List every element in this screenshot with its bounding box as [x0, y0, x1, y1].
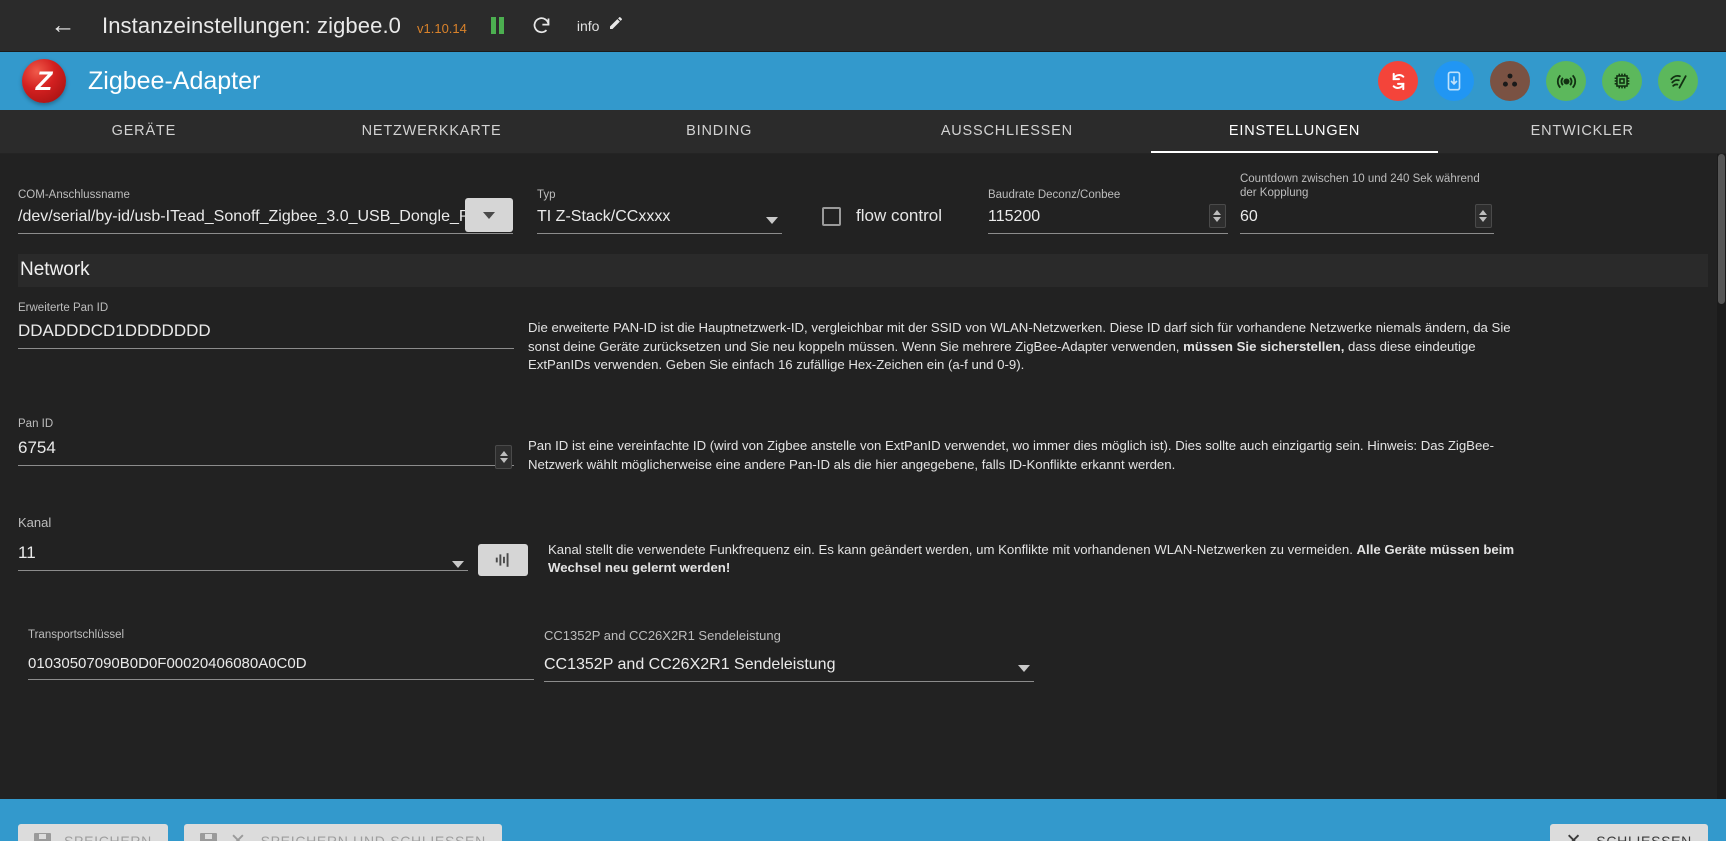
tab-ausschliessen[interactable]: AUSSCHLIESSEN — [863, 110, 1151, 153]
typ-field: Typ TI Z-Stack/CCxxxx — [537, 188, 782, 234]
transport-key-label: Transportschlüssel — [28, 629, 125, 642]
save-button-label: SPEICHERN — [64, 833, 152, 841]
tab-netzwerkkarte[interactable]: NETZWERKKARTE — [288, 110, 576, 153]
network-nodes-icon[interactable] — [1490, 61, 1530, 101]
tx-power-select[interactable]: CC1352P and CC26X2R1 Sendeleistung — [544, 644, 1034, 683]
kanal-desc-part1: Kanal stellt die verwendete Funkfrequenz… — [548, 541, 1357, 557]
tab-bar: GERÄTE NETZWERKKARTE BINDING AUSSCHLIESS… — [0, 110, 1726, 154]
com-port-dropdown-button[interactable] — [465, 198, 513, 232]
com-port-input[interactable]: /dev/serial/by-id/usb-ITead_Sonoff_Zigbe… — [18, 202, 513, 234]
pan-id-label: Pan ID — [18, 418, 54, 431]
pan-id-description: Pan ID ist eine vereinfachte ID (wird vo… — [528, 438, 1495, 472]
tab-binding[interactable]: BINDING — [575, 110, 863, 153]
kanal-select[interactable]: 11 — [18, 531, 468, 571]
connection-row: COM-Anschlussname /dev/serial/by-id/usb-… — [0, 172, 1726, 234]
pause-icon[interactable] — [485, 13, 511, 39]
countdown-input[interactable]: 60 — [1239, 202, 1494, 234]
tab-einstellungen[interactable]: EINSTELLUNGEN — [1150, 110, 1439, 153]
tab-geraete[interactable]: GERÄTE — [0, 110, 288, 153]
close-icon: ✕ — [229, 830, 247, 841]
kanal-field: Kanal 11 — [18, 515, 468, 578]
typ-label: Typ — [537, 188, 556, 201]
instance-settings-window: ← Instanzeinstellungen: zigbee.0 v1.10.1… — [0, 0, 1726, 841]
window-topbar: ← Instanzeinstellungen: zigbee.0 v1.10.1… — [0, 0, 1726, 52]
kanal-description: Kanal stellt die verwendete Funkfrequenz… — [548, 515, 1558, 578]
version-label: v1.10.14 — [417, 20, 467, 36]
baudrate-input[interactable]: 115200 — [987, 202, 1228, 234]
pencil-icon[interactable] — [608, 15, 624, 36]
save-button[interactable]: SPEICHERN — [18, 824, 168, 841]
flow-control-checkbox[interactable]: flow control — [822, 206, 942, 226]
header-action-icons — [1378, 61, 1704, 101]
signal-icon[interactable] — [1658, 61, 1698, 101]
tx-power-field: CC1352P and CC26X2R1 Sendeleistung CC135… — [544, 628, 1034, 683]
pan-id-input[interactable]: 6754 — [18, 432, 514, 466]
chevron-down-icon — [483, 211, 495, 219]
broadcast-icon[interactable] — [1546, 61, 1586, 101]
close-button-label: SCHLIESSEN — [1596, 833, 1692, 841]
baudrate-field: Baudrate Deconz/Conbee 115200 — [987, 188, 1228, 234]
adapter-header: Z Zigbee-Adapter — [0, 52, 1726, 110]
sync-pairing-icon[interactable] — [1378, 61, 1418, 101]
transport-row: Transportschlüssel 01030507090B0D0F00020… — [0, 628, 1726, 683]
ext-pan-id-desc-bold: müssen Sie sicherstellen, — [1183, 338, 1345, 354]
back-arrow-icon[interactable]: ← — [46, 9, 80, 43]
page-title: Instanzeinstellungen: zigbee.0 — [102, 12, 401, 38]
save-and-close-button[interactable]: ✕ SPEICHERN UND SCHLIESSEN — [183, 824, 502, 841]
countdown-field: Countdown zwischen 10 und 240 Sek währen… — [1239, 172, 1494, 234]
tab-entwickler[interactable]: ENTWICKLER — [1438, 110, 1726, 153]
transport-key-field: Transportschlüssel 01030507090B0D0F00020… — [28, 628, 534, 682]
ota-download-icon[interactable] — [1434, 61, 1474, 101]
save-icon — [34, 832, 51, 841]
chip-icon[interactable] — [1602, 61, 1642, 101]
refresh-icon[interactable] — [529, 13, 555, 39]
network-section-title: Network — [18, 254, 1708, 287]
kanal-scan-button[interactable] — [478, 544, 528, 577]
chevron-down-icon[interactable] — [452, 561, 464, 569]
kanal-label: Kanal — [18, 514, 52, 530]
ext-pan-id-input[interactable]: DDADDDCD1DDDDDDD — [18, 315, 514, 350]
transport-key-input[interactable]: 01030507090B0D0F00020406080A0C0D — [28, 643, 534, 680]
close-button[interactable]: ✕ SCHLIESSEN — [1549, 824, 1708, 841]
typ-select[interactable]: TI Z-Stack/CCxxxx — [537, 202, 782, 234]
ext-pan-id-field: Erweiterte Pan ID DDADDDCD1DDDDDDD — [18, 301, 514, 375]
signal-scan-icon — [495, 553, 509, 567]
content-scrollbar[interactable] — [1717, 154, 1726, 799]
adapter-name: Zigbee-Adapter — [88, 66, 261, 95]
kanal-row: Kanal 11 Kanal stellt die verwendete Fun… — [0, 515, 1726, 578]
scrollbar-thumb[interactable] — [1718, 154, 1725, 304]
ext-pan-id-description: Die erweiterte PAN-ID ist die Hauptnetzw… — [528, 301, 1538, 375]
ext-pan-id-label: Erweiterte Pan ID — [18, 302, 109, 314]
chevron-down-icon[interactable] — [766, 217, 778, 224]
zigbee-logo-icon: Z — [22, 59, 66, 103]
dialog-footer: SPEICHERN ✕ SPEICHERN UND SCHLIESSEN ✕ S… — [0, 799, 1726, 841]
ext-pan-id-row: Erweiterte Pan ID DDADDDCD1DDDDDDD Die e… — [0, 301, 1726, 375]
countdown-stepper[interactable] — [1474, 204, 1492, 228]
save-icon — [199, 832, 217, 841]
com-port-field: COM-Anschlussname /dev/serial/by-id/usb-… — [18, 188, 513, 234]
com-port-label: COM-Anschlussname — [18, 188, 130, 201]
chevron-down-icon[interactable] — [1018, 665, 1030, 673]
countdown-label: Countdown zwischen 10 und 240 Sek währen… — [1239, 173, 1480, 200]
pan-id-field: Pan ID 6754 — [18, 417, 514, 474]
flow-control-label: flow control — [856, 206, 942, 225]
flow-control-box[interactable] — [822, 206, 841, 226]
settings-content: COM-Anschlussname /dev/serial/by-id/usb-… — [0, 154, 1726, 799]
save-and-close-button-label: SPEICHERN UND SCHLIESSEN — [260, 833, 486, 841]
pan-id-row: Pan ID 6754 Pan ID ist eine vereinfachte… — [0, 417, 1726, 474]
baudrate-stepper[interactable] — [1208, 204, 1226, 228]
tx-power-label: CC1352P and CC26X2R1 Sendeleistung — [544, 628, 781, 644]
close-icon: ✕ — [1565, 830, 1583, 841]
info-link[interactable]: info — [577, 18, 600, 34]
baudrate-label: Baudrate Deconz/Conbee — [987, 188, 1121, 201]
pan-id-stepper[interactable] — [495, 444, 512, 469]
